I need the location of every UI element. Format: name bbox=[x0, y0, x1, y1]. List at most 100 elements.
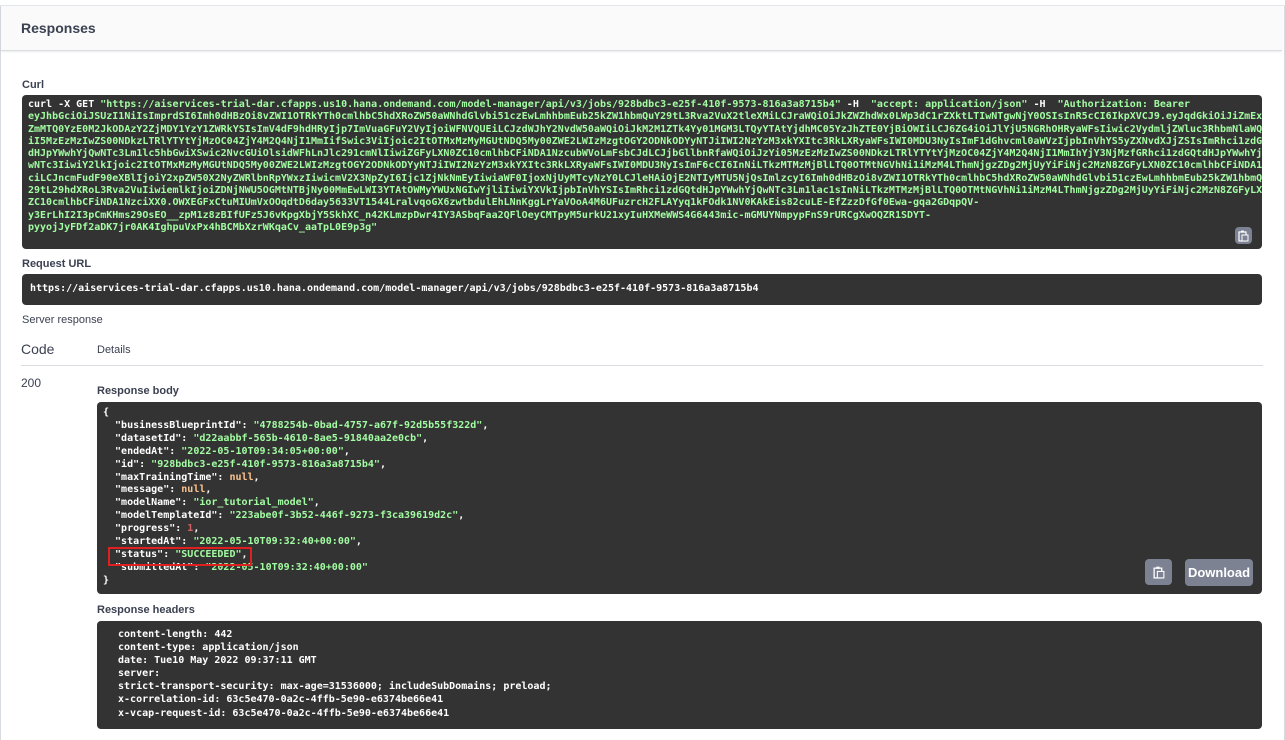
json-line: "status": "SUCCEEDED", bbox=[103, 549, 1256, 562]
json-line-token: , bbox=[343, 445, 350, 457]
server-response-label: Server response bbox=[22, 314, 103, 326]
json-line: "submittedAt": "2022-05-10T09:32:40+00:0… bbox=[103, 562, 1256, 575]
json-line-token: null bbox=[181, 484, 206, 496]
clipboard-icon bbox=[1152, 566, 1164, 579]
json-line: { bbox=[103, 407, 1256, 420]
json-line-token: "endedAt" bbox=[103, 445, 170, 457]
json-line-token: } bbox=[103, 574, 110, 586]
json-line-token: "progress" bbox=[103, 523, 176, 535]
curl-copy-button[interactable] bbox=[1235, 227, 1252, 244]
json-line-token: : bbox=[241, 419, 254, 431]
json-line-token: : bbox=[175, 523, 188, 535]
header-line: x-correlation-id: 63c5e470-0a2c-4ffb-5e9… bbox=[112, 694, 450, 706]
response-body-label: Response body bbox=[97, 385, 179, 397]
json-line-token: , bbox=[205, 484, 212, 496]
header-line: strict-transport-security: max-age=31536… bbox=[112, 681, 558, 693]
json-line-token: : bbox=[217, 471, 230, 483]
curl-line: wNTc3IiwiY2lkIjoic2ItOTMxMzMyMGUtNDQ5My0… bbox=[28, 160, 1262, 172]
curl-line-token: ZmMTQ0YzE0M2JkODAzY2ZjMDY1YzY1ZWRkYSIsIm… bbox=[28, 123, 1262, 135]
json-line: "maxTrainingTime": null, bbox=[103, 472, 1256, 485]
curl-line-token: y3ErLhI2I3pCmKHms29OsEO__zpM1z8zBIfUFz5J… bbox=[28, 209, 932, 221]
curl-line: pyyojJyFDf2aDK7jr0AK4IghpuVxPx4hBCMbXzrW… bbox=[28, 222, 1256, 234]
json-line-token: "id" bbox=[103, 458, 140, 470]
curl-line-token: "https://aiservices-trial-dar.cfapps.us1… bbox=[100, 99, 841, 110]
responses-title: Responses bbox=[21, 20, 96, 36]
json-line-token: "928bdbc3-e25f-410f-9573-816a3a8715b4" bbox=[151, 458, 380, 470]
header-line: date: Tue10 May 2022 09:37:11 GMT bbox=[112, 655, 323, 667]
json-line-token: { bbox=[103, 407, 110, 418]
json-line-token: "2022-05-10T09:32:40+00:00" bbox=[193, 536, 356, 548]
download-button[interactable]: Download bbox=[1185, 559, 1253, 586]
json-line-token: "ior_tutorial_model" bbox=[193, 497, 314, 509]
curl-line: ciLCJncmFudF90eXBlIjoiY2xpZW50X2NyZWRlbn… bbox=[28, 173, 1262, 185]
curl-line: iI5MzEzMzIwZS00NDkzLTRlYTYtYjMzOC04ZjY4M… bbox=[28, 136, 1262, 148]
curl-line-token: -H bbox=[840, 99, 871, 110]
curl-line-token: -H bbox=[1027, 99, 1058, 110]
json-line-token: "businessBlueprintId" bbox=[103, 419, 242, 431]
json-line-token: null bbox=[229, 471, 254, 483]
json-line-token: : bbox=[181, 536, 194, 548]
json-line-token: "maxTrainingTime" bbox=[103, 471, 218, 483]
status-highlight-box bbox=[108, 547, 252, 566]
header-line: x-vcap-request-id: 63c5e470-0a2c-4ffb-5e… bbox=[112, 707, 456, 719]
status-code: 200 bbox=[21, 376, 42, 390]
response-copy-button[interactable] bbox=[1145, 559, 1172, 585]
json-line-token: "modelName" bbox=[103, 497, 182, 509]
curl-label: Curl bbox=[22, 79, 44, 91]
json-line-token: : bbox=[169, 445, 182, 457]
curl-line: ZmMTQ0YzE0M2JkODAzY2ZjMDY1YzY1ZWRkYSIsIm… bbox=[28, 124, 1262, 136]
curl-line-token: iI5MzEzMzIwZS00NDkzLTRlYTYtYjMzOC04ZjY4M… bbox=[28, 135, 1262, 147]
curl-line-token: "accept: application/json" bbox=[870, 99, 1028, 110]
json-line-token: : bbox=[181, 432, 194, 444]
json-line: "datasetId": "d22aabbf-565b-4610-8ae5-91… bbox=[103, 433, 1256, 446]
curl-line-token: eyJhbGciOiJSUzI1NiIsImprdSI6Imh0dHBzOi8v… bbox=[28, 111, 1262, 123]
request-url-label: Request URL bbox=[22, 258, 92, 270]
curl-line-token: dHJpYWwhYjQwNTc3Lm1lc5hbGwiXSwic2NvcGUiO… bbox=[28, 148, 1262, 160]
response-headers-code-block: content-length: 442 content-type: applic… bbox=[97, 621, 1262, 729]
curl-line-token: pyyojJyFDf2aDK7jr0AK4IghpuVxPx4hBCMbXzrW… bbox=[28, 221, 378, 233]
details-column-header: Details bbox=[97, 344, 131, 356]
curl-line: 29tL29hdXRoL3Rva2VuIiwiemlkIjoiZDNjNWU5O… bbox=[28, 185, 1262, 197]
json-line: "message": null, bbox=[103, 484, 1256, 497]
curl-code-block: curl -X GET "https://aiservices-trial-da… bbox=[22, 95, 1262, 249]
code-column-header: Code bbox=[21, 341, 55, 357]
curl-line-token: "Authorization: Bearer bbox=[1057, 99, 1190, 110]
json-line-token: "modelTemplateId" bbox=[103, 510, 218, 522]
json-line-token: , bbox=[379, 458, 386, 470]
json-line-token: "4788254b-0bad-4757-a67f-92d5b55f322d" bbox=[253, 419, 483, 431]
curl-line: eyJhbGciOiJSUzI1NiIsImprdSI6Imh0dHBzOi8v… bbox=[28, 111, 1262, 123]
json-line-token: , bbox=[422, 432, 429, 444]
response-body-code-block: { "businessBlueprintId": "4788254b-0bad-… bbox=[97, 402, 1262, 594]
json-line-token: : bbox=[181, 497, 194, 509]
json-line: "startedAt": "2022-05-10T09:32:40+00:00"… bbox=[103, 536, 1256, 549]
curl-line: dHJpYWwhYjQwNTc3Lm1lc5hbGwiXSwic2NvcGUiO… bbox=[28, 148, 1262, 160]
json-line-token: , bbox=[193, 523, 200, 535]
json-line: "businessBlueprintId": "4788254b-0bad-47… bbox=[103, 420, 1256, 433]
header-line: server: bbox=[112, 668, 167, 680]
header-line: content-type: application/json bbox=[112, 642, 305, 654]
json-line: "modelName": "ior_tutorial_model", bbox=[103, 497, 1256, 510]
header-line: content-length: 442 bbox=[112, 629, 239, 640]
curl-line-token: ciLCJncmFudF90eXBlIjoiY2xpZW50X2NyZWRlbn… bbox=[28, 172, 1262, 184]
curl-line-token: 29tL29hdXRoL3Rva2VuIiwiemlkIjoiZDNjNWU5O… bbox=[28, 185, 1262, 197]
json-line-token: : bbox=[169, 484, 182, 496]
json-line-token: , bbox=[253, 471, 260, 483]
json-line-token: : bbox=[139, 458, 152, 470]
json-line-token: "datasetId" bbox=[103, 432, 182, 444]
json-line-token: , bbox=[458, 510, 465, 522]
curl-line-token: curl -X GET bbox=[28, 99, 101, 110]
response-headers-label: Response headers bbox=[97, 604, 195, 616]
request-url-value: https://aiservices-trial-dar.cfapps.us10… bbox=[22, 274, 1262, 305]
json-line: "progress": 1, bbox=[103, 523, 1256, 536]
json-line: } bbox=[103, 575, 1256, 588]
curl-line: ZC10cmlhbCFiNDA1NzciXX0.OWXEGFxCtuMIUmVx… bbox=[28, 197, 1256, 209]
json-line-token: , bbox=[482, 419, 489, 431]
json-line-token: "startedAt" bbox=[103, 536, 182, 548]
response-table-divider bbox=[21, 365, 1263, 366]
curl-line-token: wNTc3IiwiY2lkIjoic2ItOTMxMzMyMGUtNDQ5My0… bbox=[28, 160, 1262, 172]
json-line-token: "223abe0f-3b52-446f-9273-f3ca39619d2c" bbox=[229, 510, 459, 522]
json-line: "modelTemplateId": "223abe0f-3b52-446f-9… bbox=[103, 510, 1256, 523]
curl-line-token: ZC10cmlhbCFiNDA1NzciXX0.OWXEGFxCtuMIUmVx… bbox=[28, 197, 980, 209]
json-line-token: , bbox=[355, 536, 362, 548]
json-line: "id": "928bdbc3-e25f-410f-9573-816a3a871… bbox=[103, 459, 1256, 472]
